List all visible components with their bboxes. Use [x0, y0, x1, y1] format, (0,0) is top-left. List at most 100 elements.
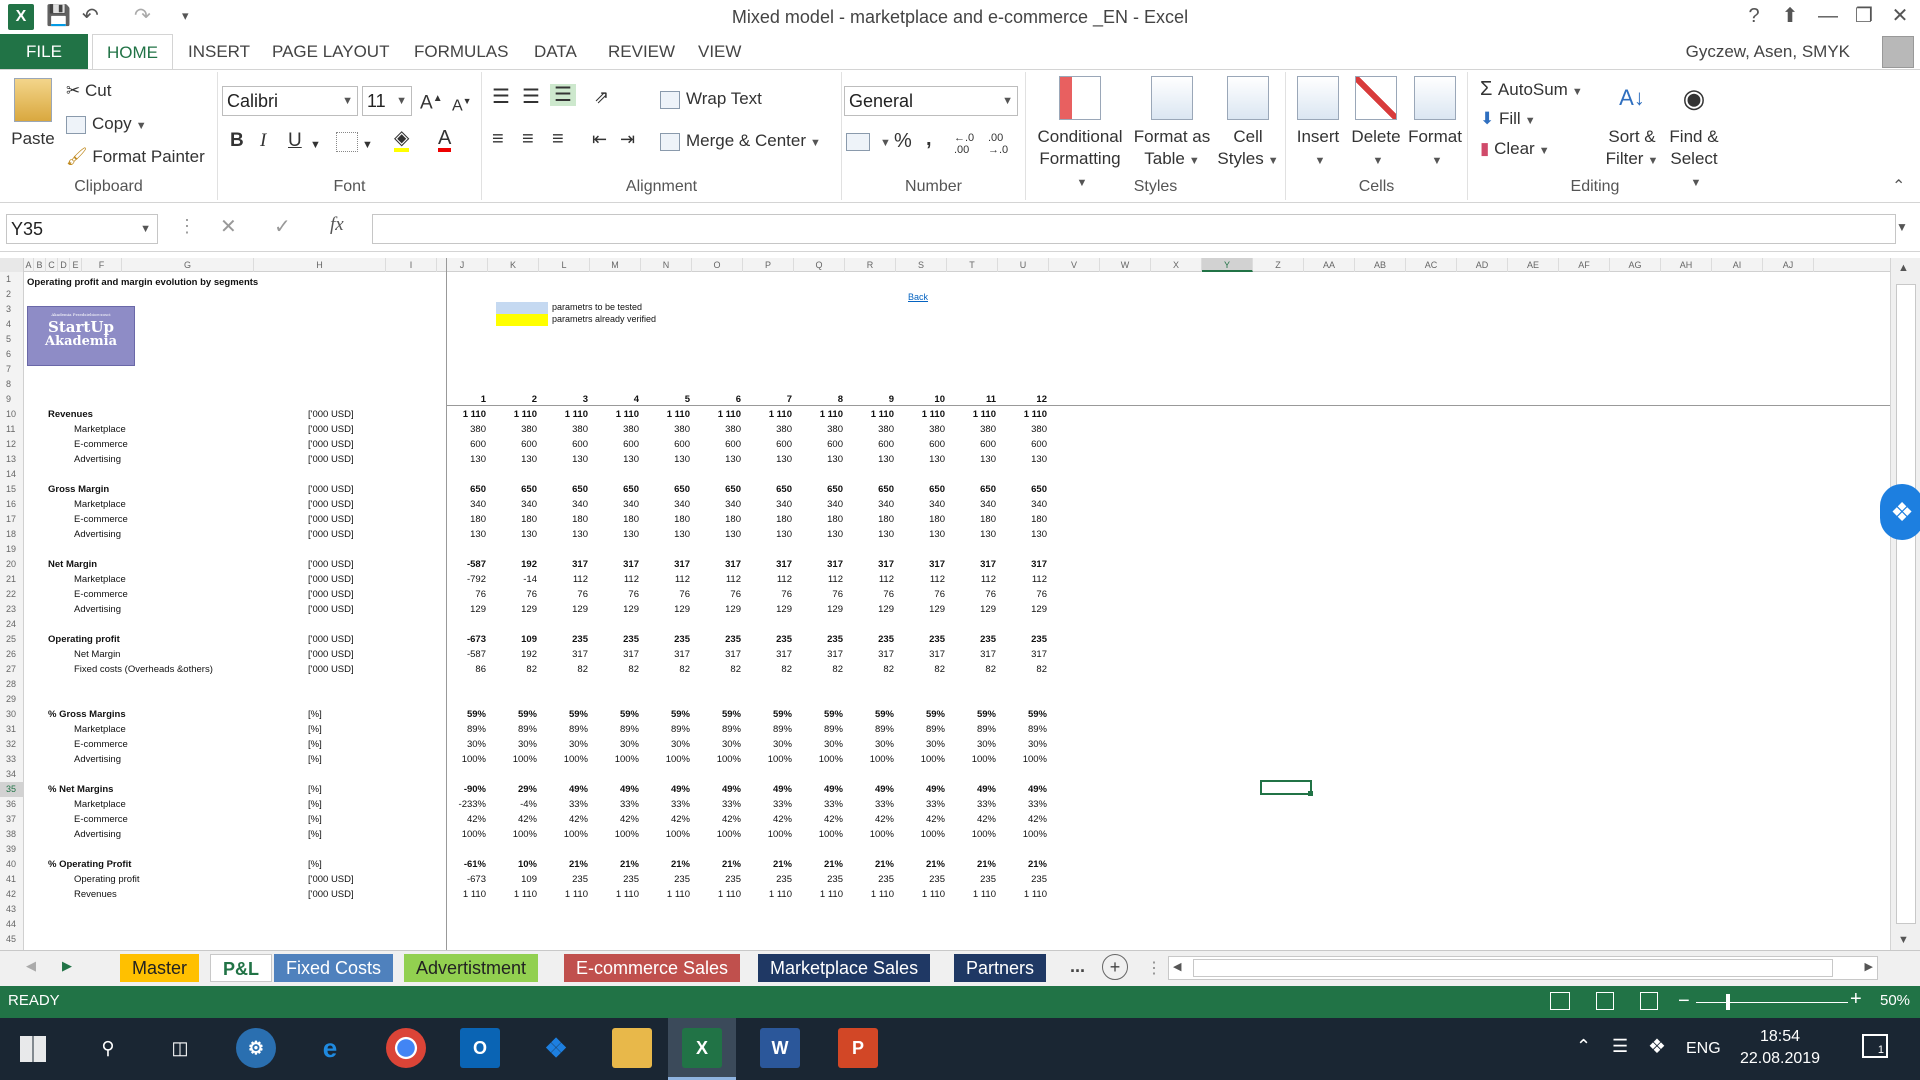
- data-cell[interactable]: 33%: [854, 797, 894, 812]
- data-cell[interactable]: 89%: [650, 722, 690, 737]
- data-cell[interactable]: 30%: [701, 737, 741, 752]
- data-cell[interactable]: 130: [650, 452, 690, 467]
- column-header[interactable]: Y: [1202, 258, 1253, 272]
- worksheet-grid[interactable]: Operating profit and margin evolution by…: [24, 272, 1890, 950]
- row-header[interactable]: 25: [0, 632, 24, 647]
- data-cell[interactable]: 59%: [650, 707, 690, 722]
- data-cell[interactable]: 650: [497, 482, 537, 497]
- data-cell[interactable]: 1 110: [446, 407, 486, 422]
- data-cell[interactable]: 100%: [803, 827, 843, 842]
- tab-view[interactable]: VIEW: [684, 34, 755, 70]
- row-header[interactable]: 8: [0, 377, 24, 392]
- data-cell[interactable]: 235: [752, 872, 792, 887]
- row-header[interactable]: 27: [0, 662, 24, 677]
- data-cell[interactable]: 82: [854, 662, 894, 677]
- copy-button[interactable]: Copy ▼: [66, 113, 147, 137]
- column-header[interactable]: X: [1151, 258, 1202, 272]
- file-explorer-icon[interactable]: [612, 1028, 652, 1068]
- align-middle-icon[interactable]: ☰: [522, 86, 540, 108]
- tab-review[interactable]: REVIEW: [594, 34, 689, 70]
- data-cell[interactable]: 1 110: [599, 887, 639, 902]
- data-cell[interactable]: 180: [1007, 512, 1047, 527]
- data-cell[interactable]: 235: [905, 632, 945, 647]
- align-top-icon[interactable]: ☰: [492, 86, 510, 108]
- data-cell[interactable]: 33%: [1007, 797, 1047, 812]
- data-cell[interactable]: 180: [599, 512, 639, 527]
- data-cell[interactable]: 380: [956, 422, 996, 437]
- data-cell[interactable]: 109: [497, 632, 537, 647]
- row-header[interactable]: 22: [0, 587, 24, 602]
- data-cell[interactable]: 1 110: [1007, 407, 1047, 422]
- data-cell[interactable]: 112: [854, 572, 894, 587]
- cut-button[interactable]: ✂ Cut: [66, 80, 111, 102]
- data-cell[interactable]: 600: [497, 437, 537, 452]
- dropbox-tray-icon[interactable]: ❖: [1648, 1034, 1666, 1059]
- row-header[interactable]: 30: [0, 707, 24, 722]
- row-header[interactable]: 40: [0, 857, 24, 872]
- data-cell[interactable]: 129: [497, 602, 537, 617]
- data-cell[interactable]: 317: [803, 647, 843, 662]
- align-bottom-icon[interactable]: ☰: [550, 84, 576, 106]
- row-header[interactable]: 24: [0, 617, 24, 632]
- data-cell[interactable]: 317: [752, 557, 792, 572]
- column-header[interactable]: G: [122, 258, 254, 272]
- increase-font-icon[interactable]: A▲: [420, 88, 443, 114]
- data-cell[interactable]: 30%: [650, 737, 690, 752]
- data-cell[interactable]: 42%: [1007, 812, 1047, 827]
- data-cell[interactable]: 30%: [854, 737, 894, 752]
- data-cell[interactable]: 600: [548, 437, 588, 452]
- tab-splitter-icon[interactable]: ⋮: [1146, 958, 1162, 978]
- data-cell[interactable]: 49%: [905, 782, 945, 797]
- data-cell[interactable]: 235: [650, 872, 690, 887]
- data-cell[interactable]: 650: [599, 482, 639, 497]
- word-icon[interactable]: W: [760, 1028, 800, 1068]
- outlook-icon[interactable]: O: [460, 1028, 500, 1068]
- data-cell[interactable]: 59%: [497, 707, 537, 722]
- data-cell[interactable]: 340: [446, 497, 486, 512]
- zoom-slider[interactable]: [1696, 1002, 1848, 1003]
- column-header[interactable]: P: [743, 258, 794, 272]
- data-cell[interactable]: 82: [1007, 662, 1047, 677]
- data-cell[interactable]: 235: [1007, 632, 1047, 647]
- data-cell[interactable]: 100%: [803, 752, 843, 767]
- data-cell[interactable]: -61%: [446, 857, 486, 872]
- align-left-icon[interactable]: ≡: [492, 128, 504, 150]
- row-header[interactable]: 19: [0, 542, 24, 557]
- data-cell[interactable]: 42%: [803, 812, 843, 827]
- data-cell[interactable]: 1 110: [803, 887, 843, 902]
- data-cell[interactable]: 21%: [650, 857, 690, 872]
- data-cell[interactable]: 42%: [548, 812, 588, 827]
- data-cell[interactable]: 235: [854, 872, 894, 887]
- data-cell[interactable]: 112: [752, 572, 792, 587]
- chevron-down-icon[interactable]: ▼: [1572, 81, 1583, 103]
- data-cell[interactable]: 1 110: [956, 887, 996, 902]
- column-header[interactable]: AD: [1457, 258, 1508, 272]
- data-cell[interactable]: 129: [956, 602, 996, 617]
- data-cell[interactable]: 1 110: [548, 407, 588, 422]
- data-cell[interactable]: 380: [599, 422, 639, 437]
- data-cell[interactable]: 112: [701, 572, 741, 587]
- row-header[interactable]: 37: [0, 812, 24, 827]
- data-cell[interactable]: 76: [1007, 587, 1047, 602]
- column-header[interactable]: AF: [1559, 258, 1610, 272]
- data-cell[interactable]: 340: [599, 497, 639, 512]
- data-cell[interactable]: 235: [905, 872, 945, 887]
- chevron-down-icon[interactable]: ▼: [136, 115, 147, 137]
- data-cell[interactable]: 130: [854, 527, 894, 542]
- data-cell[interactable]: 1 110: [599, 407, 639, 422]
- restore-icon[interactable]: ❐: [1846, 0, 1882, 32]
- column-header[interactable]: O: [692, 258, 743, 272]
- show-hidden-icons-icon[interactable]: ⌃: [1576, 1036, 1591, 1057]
- row-header[interactable]: 13: [0, 452, 24, 467]
- data-cell[interactable]: 82: [905, 662, 945, 677]
- data-cell[interactable]: 317: [905, 557, 945, 572]
- data-cell[interactable]: -792: [446, 572, 486, 587]
- row-header[interactable]: 29: [0, 692, 24, 707]
- data-cell[interactable]: 600: [701, 437, 741, 452]
- data-cell[interactable]: 650: [446, 482, 486, 497]
- data-cell[interactable]: 317: [905, 647, 945, 662]
- data-cell[interactable]: 76: [701, 587, 741, 602]
- data-cell[interactable]: 33%: [650, 797, 690, 812]
- data-cell[interactable]: 317: [956, 647, 996, 662]
- data-cell[interactable]: 130: [599, 452, 639, 467]
